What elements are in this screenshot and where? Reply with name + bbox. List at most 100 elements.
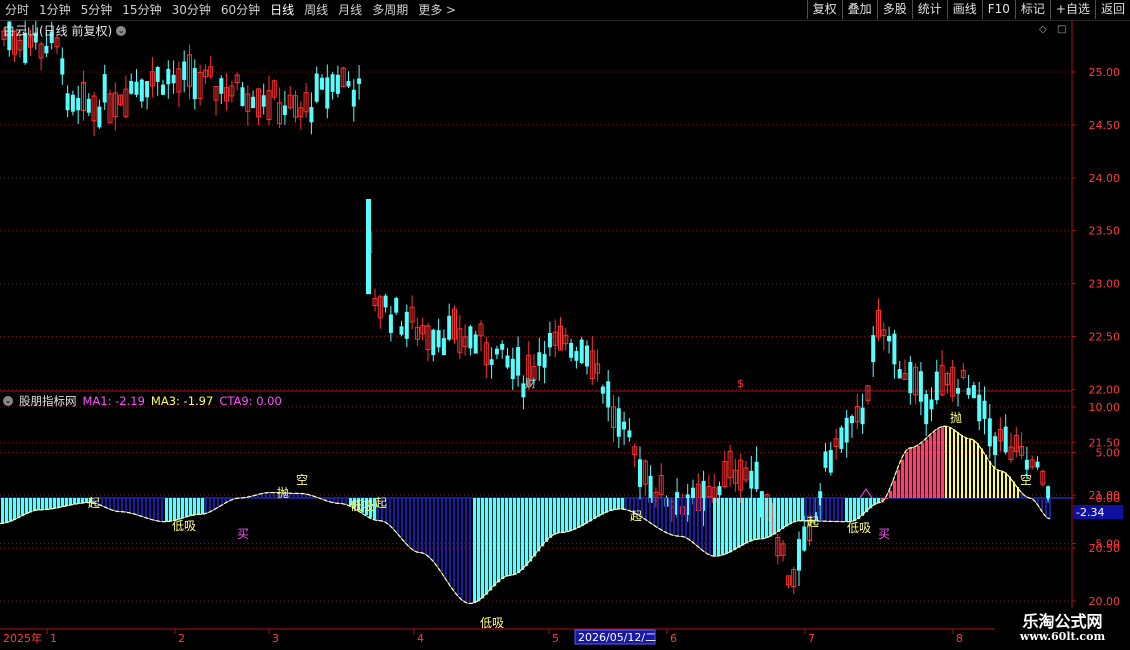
indicator-bar [941,426,945,498]
diamond-icon[interactable]: ◇ [1039,24,1047,35]
candle-body [802,526,807,551]
candle-body [489,359,494,365]
toolbar-buttons: 复权 叠加 多股 统计 画线 F10 标记 +自选 返回 [806,0,1130,20]
indicator-bar [433,498,435,562]
period-tab-5[interactable]: 60分钟 [216,0,265,20]
signal-label: 抛 [277,485,289,500]
indicator-bar [409,498,411,547]
indicator-bar [909,448,913,498]
square-icon[interactable]: □ [1057,24,1066,35]
indicator-bar [429,498,431,557]
indicator-bar [41,498,45,510]
candle-body [971,385,976,399]
indicator-bar [569,498,573,532]
candle-body [383,295,388,308]
indicator-bar [513,498,517,575]
period-tab-4[interactable]: 30分钟 [167,0,216,20]
candle-body [691,487,695,498]
price-tick-label: 20.00 [1089,595,1121,608]
indicator-bar [273,492,275,498]
toolbar-button-3[interactable]: 统计 [911,0,947,19]
indicator-bar [625,498,627,510]
indicator-bar [761,498,765,539]
ma1-value: MA1: -2.19 [82,394,145,408]
indicator-bar [849,498,853,522]
watermark-url: www.60lt.com [1019,630,1106,643]
period-tab-6[interactable]: 日线 [265,0,299,20]
indicator-bar [297,493,299,498]
price-tick-label: 22.00 [1089,383,1121,396]
dropdown-circle-icon[interactable]: ⌄ [116,25,127,36]
chart-canvas[interactable]: 25.0024.5024.0023.5023.0022.5022.0021.50… [0,0,1130,650]
indicator-bar [405,498,407,543]
indicator-bar [329,498,331,502]
indicator-bar [25,498,29,515]
indicator-bar [457,498,459,596]
indicator-bar [449,498,451,585]
period-tab-2[interactable]: 5分钟 [76,0,118,20]
period-tab-9[interactable]: 多周期 [367,0,413,20]
candle-body [908,361,913,394]
candle-body [929,399,934,410]
indicator-bar [917,445,921,498]
candle-body [1046,486,1051,500]
dividend-marker: $ [737,377,744,390]
dropdown-circle-icon[interactable]: ⌄ [3,396,13,406]
indicator-bar [481,498,485,599]
indicator-bar [913,447,917,498]
candle-body [844,417,849,443]
toolbar-button-2[interactable]: 多股 [876,0,912,19]
year-label: 2025年 [3,631,42,645]
indicator-bar [673,498,675,536]
candle-body [468,326,473,349]
indicator-bar [705,498,707,553]
indicator-bar [593,498,597,519]
price-tick-label: 24.50 [1089,119,1121,132]
period-tab-7[interactable]: 周线 [299,0,333,20]
signal-label: 起 [807,515,819,529]
indicator-bar [949,426,951,498]
candle-body [887,335,892,342]
candle-body [351,89,356,107]
period-tab-10[interactable]: 更多 > [413,0,461,20]
toolbar-button-5[interactable]: F10 [981,0,1015,19]
candle-body [261,95,266,107]
watermark-title: 乐淘公式网 [1022,612,1103,631]
indicator-bar [113,498,115,511]
toolbar-button-0[interactable]: 复权 [806,0,842,19]
signal-label: 低吸 [350,499,374,513]
indicator-bar [605,498,609,513]
candle-body [129,81,134,94]
indicator-bar [829,498,831,522]
indicator-bar [561,498,565,533]
candle-body [97,106,102,128]
signal-label: 买 [878,527,890,541]
toolbar-button-1[interactable]: 叠加 [841,0,877,19]
toolbar-button-4[interactable]: 画线 [946,0,982,19]
indicator-bar [65,498,69,507]
month-label: 7 [808,632,815,645]
stock-title: 白云山(日线 前复权) [3,24,113,38]
indicator-bar [181,498,185,519]
indicator-bar [485,498,489,595]
finance-marker: 财 [525,376,536,390]
period-tab-3[interactable]: 15分钟 [117,0,166,20]
candle-body [516,346,521,376]
candle-body [717,486,722,496]
candle-body [754,461,759,490]
indicator-name: 股朋指标网 [19,394,77,408]
indicator-bar [141,498,143,517]
month-label: 4 [417,632,424,645]
toolbar-button-6[interactable]: 标记 [1014,0,1050,19]
indicator-bar [537,498,541,552]
indicator-bar [713,498,717,557]
period-tab-1[interactable]: 1分钟 [34,0,76,20]
toolbar-button-8[interactable]: 返回 [1094,0,1130,19]
toolbar-button-7[interactable]: +自选 [1049,0,1095,19]
period-tab-0[interactable]: 分时 [0,0,34,20]
month-label: 3 [272,632,279,645]
indicator-bar [17,498,21,519]
month-label: 6 [670,632,677,645]
period-tab-8[interactable]: 月线 [333,0,367,20]
candle-body [388,314,393,333]
